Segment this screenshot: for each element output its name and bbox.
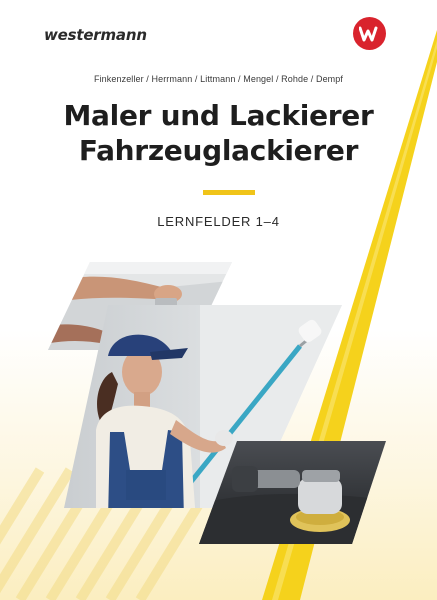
photo-collage (48, 262, 386, 544)
w-letter-icon (358, 26, 377, 41)
book-title: Maler und Lackierer Fahrzeuglackierer (0, 98, 437, 168)
publisher-wordmark: westermann (44, 26, 147, 44)
title-line-1: Maler und Lackierer (63, 99, 374, 132)
title-line-2: Fahrzeuglackierer (78, 134, 359, 167)
book-cover: westermann Finkenzeller / Herrmann / Lit… (0, 0, 437, 600)
book-authors: Finkenzeller / Herrmann / Littmann / Men… (93, 74, 343, 84)
title-underline (203, 190, 255, 195)
publisher-logo-icon (353, 17, 386, 50)
book-subtitle: LERNFELDER 1–4 (157, 214, 280, 229)
